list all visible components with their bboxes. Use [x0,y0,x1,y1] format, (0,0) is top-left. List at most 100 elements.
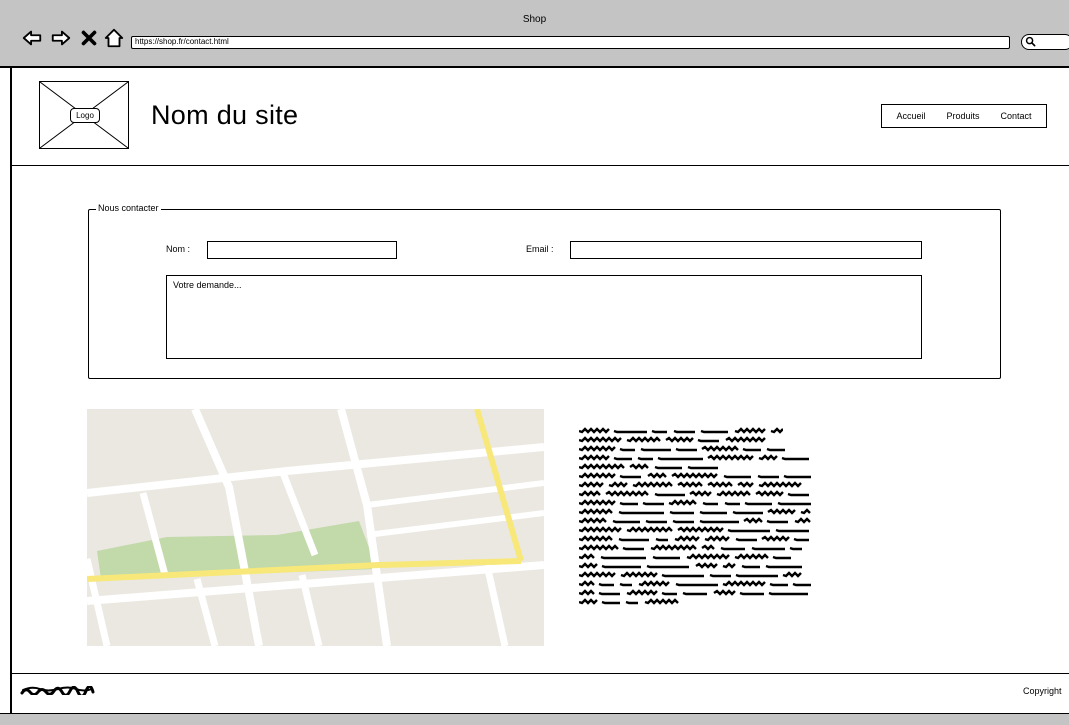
scribble-word [668,499,697,506]
scribble-word [579,553,595,560]
scribble-word [742,447,761,452]
scribble-word [646,564,689,569]
request-textarea[interactable]: Votre demande... [166,275,922,359]
scribble-word [701,544,715,551]
lorem-line [579,534,812,542]
logo-label: Logo [70,108,100,123]
scribble-word [579,580,595,587]
arrow-left-icon [22,30,42,46]
scribble-word [699,510,727,515]
scribble-word [579,544,619,551]
scribble-word [722,562,736,569]
scribble-line-icon [579,562,802,569]
scribble-word [637,456,653,461]
scribble-word [613,429,647,434]
logo-placeholder[interactable]: Logo [39,81,129,149]
scribble-word [699,519,739,524]
scribble-word [709,573,731,578]
scribble-word [743,517,763,524]
scribble-word [757,474,779,479]
forward-button[interactable] [49,26,73,50]
scribble-word [626,526,673,533]
scribble-word [787,492,809,497]
scribble-line-icon [579,499,811,506]
scribble-line-icon [579,580,811,587]
scribble-word [579,562,598,569]
name-label: Nom : [166,244,191,254]
browser-search-button[interactable] [1021,34,1069,50]
scribble-line-icon [579,508,811,515]
scribble-line-icon [579,463,718,470]
scribble-line-icon [579,481,802,488]
stop-button[interactable] [77,26,101,50]
lorem-line [579,480,812,488]
scribble-word [751,546,785,551]
site-footer: Copyright [10,673,1069,713]
name-input[interactable] [207,241,397,259]
scribble-word [579,589,595,596]
lorem-line [579,498,812,506]
scribble-line-icon [579,427,783,434]
scribble-word [669,510,694,515]
scribble-word [700,429,728,434]
scribble-line-icon [579,526,809,533]
scribble-word [618,510,664,515]
back-button[interactable] [20,26,44,50]
map-canvas [87,409,544,646]
scribble-word [682,591,707,596]
arrow-right-icon [51,30,71,46]
menu-item-produits[interactable]: Produits [946,111,979,121]
lorem-line [579,579,812,587]
search-icon [1025,36,1036,47]
scribble-word [783,474,811,479]
scribble-word [793,537,809,542]
scribble-word [625,600,638,605]
scribble-word [677,526,724,533]
scribble-word [654,465,682,470]
scribble-word [655,537,668,542]
scribble-word [598,582,614,587]
scribble-word [770,427,783,434]
scribble-word [579,445,616,452]
scribble-word [640,447,671,452]
scribble-line-icon [579,544,802,551]
scribble-word [723,474,751,479]
scribble-line-icon [579,535,809,542]
lorem-line [579,453,812,461]
scribble-word [618,537,649,542]
scribble-word [651,429,667,434]
scribble-word [579,526,622,533]
scribble-line-icon [579,490,809,497]
home-button[interactable] [102,26,126,50]
email-input[interactable] [570,241,922,259]
scribble-word [661,573,704,578]
scribble-word [600,555,646,560]
scribble-word [704,535,730,542]
menu-item-contact[interactable]: Contact [1000,111,1031,121]
scribble-word [781,456,809,461]
lorem-line [579,597,812,605]
scribble-word [619,447,635,452]
scribble-line-icon [579,436,766,443]
contact-legend: Nous contacter [96,203,161,213]
scribble-word [674,535,700,542]
menu-item-accueil[interactable]: Accueil [896,111,925,121]
site-header: Logo Nom du site Accueil Produits Contac… [10,68,1069,166]
close-icon [81,30,97,46]
scribble-word [622,546,644,551]
scribble-word [579,517,607,524]
scribble-word [744,501,772,506]
scribble-word [608,481,628,488]
map[interactable] [87,409,544,646]
scribble-word [695,562,718,569]
footer-scribble-icon [20,686,95,695]
home-icon [104,28,124,48]
main-menu: Accueil Produits Contact [881,104,1047,128]
scribble-word [650,544,697,551]
address-bar[interactable]: https://shop.fr/contact.html [131,36,1010,49]
scribble-line-icon [579,598,679,605]
scribble-word [707,454,754,461]
scribble-word [654,492,685,497]
scribble-word [782,571,802,578]
scribble-word [707,481,733,488]
